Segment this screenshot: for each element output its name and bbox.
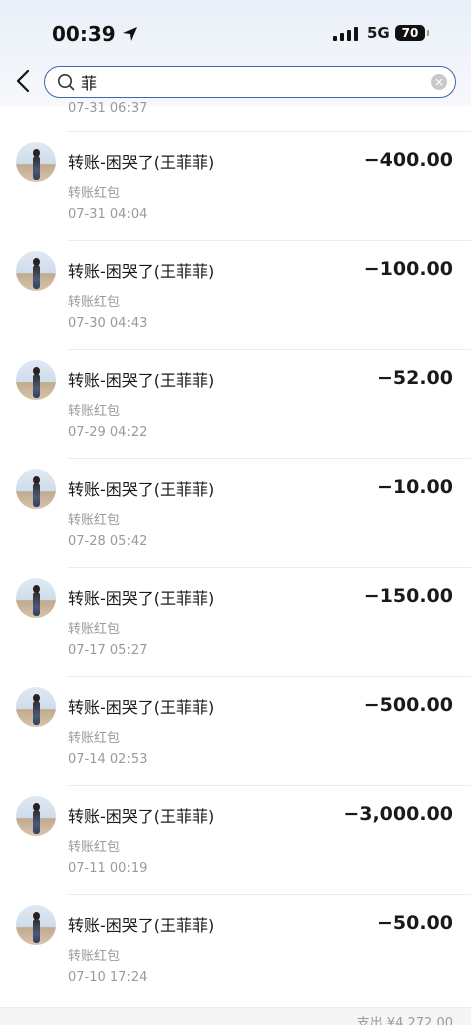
avatar-figure-body <box>33 919 40 943</box>
footer-summary-bar: 支出 ¥4,272.00 <box>0 1007 471 1025</box>
transaction-amount: −50.00 <box>376 912 453 934</box>
row-divider <box>68 567 471 568</box>
row-divider <box>68 240 471 241</box>
avatar-figure-body <box>33 592 40 616</box>
row-divider <box>68 894 471 895</box>
transaction-time: 07-17 05:27 <box>68 643 148 658</box>
transaction-amount: −400.00 <box>363 149 453 171</box>
avatar-figure-body <box>33 701 40 725</box>
transaction-type: 转账红包 <box>68 949 121 964</box>
avatar-figure-body <box>33 265 40 289</box>
status-bar: 00:39 5G 70 <box>0 0 471 60</box>
transaction-title: 转账-困哭了(王菲菲) <box>68 916 215 935</box>
network-type: 5G <box>367 24 390 42</box>
transaction-title: 转账-困哭了(王菲菲) <box>68 371 215 390</box>
avatar <box>16 251 56 291</box>
transaction-list: 转账-困哭了(王菲菲) 转账红包 07-31 04:04 −400.00 转账-困哭了(… <box>0 131 471 1003</box>
transaction-row[interactable]: 转账-困哭了(王菲菲) 转账红包 07-11 00:19 −3,000.00 <box>0 785 471 894</box>
search-box[interactable]: × <box>44 66 456 98</box>
row-divider <box>68 458 471 459</box>
transaction-type: 转账红包 <box>68 295 121 310</box>
transaction-title: 转账-困哭了(王菲菲) <box>68 807 215 826</box>
avatar-figure-body <box>33 810 40 834</box>
transaction-title: 转账-困哭了(王菲菲) <box>68 480 215 499</box>
transaction-amount: −52.00 <box>376 367 453 389</box>
avatar <box>16 578 56 618</box>
row-divider <box>68 349 471 350</box>
avatar <box>16 469 56 509</box>
transaction-time: 07-30 04:43 <box>68 316 148 331</box>
back-button[interactable] <box>12 66 36 96</box>
spending-summary: 支出 ¥4,272.00 <box>356 1016 453 1025</box>
transaction-title: 转账-困哭了(王菲菲) <box>68 262 215 281</box>
battery-level: 70 <box>401 26 419 40</box>
transaction-time: 07-14 02:53 <box>68 752 148 767</box>
row-divider <box>68 131 471 132</box>
transaction-row[interactable]: 转账-困哭了(王菲菲) 转账红包 07-28 05:42 −10.00 <box>0 458 471 567</box>
transaction-type: 转账红包 <box>68 840 121 855</box>
transaction-time: 07-29 04:22 <box>68 425 148 440</box>
transaction-row[interactable]: 转账-困哭了(王菲菲) 转账红包 07-10 17:24 −50.00 <box>0 894 471 1003</box>
transaction-type: 转账红包 <box>68 731 121 746</box>
transaction-amount: −500.00 <box>363 694 453 716</box>
transaction-type: 转账红包 <box>68 622 121 637</box>
search-input[interactable] <box>81 70 421 94</box>
chevron-left-icon <box>16 69 30 93</box>
row-divider <box>68 676 471 677</box>
transaction-row[interactable]: 转账-困哭了(王菲菲) 转账红包 07-30 04:43 −100.00 <box>0 240 471 349</box>
avatar-figure-body <box>33 483 40 507</box>
transaction-title: 转账-困哭了(王菲菲) <box>68 589 215 608</box>
transaction-amount: −150.00 <box>363 585 453 607</box>
status-time: 00:39 <box>52 22 138 46</box>
row-divider <box>68 785 471 786</box>
clock-text: 00:39 <box>52 22 116 46</box>
transaction-time: 07-11 00:19 <box>68 861 148 876</box>
previous-item-time: 07-31 06:37 <box>68 101 148 112</box>
avatar <box>16 360 56 400</box>
transaction-type: 转账红包 <box>68 513 121 528</box>
location-arrow-icon <box>122 27 137 41</box>
transaction-row[interactable]: 转账-困哭了(王菲菲) 转账红包 07-14 02:53 −500.00 <box>0 676 471 785</box>
transaction-title: 转账-困哭了(王菲菲) <box>68 698 215 717</box>
transaction-amount: −10.00 <box>376 476 453 498</box>
transaction-type: 转账红包 <box>68 186 121 201</box>
transaction-amount: −100.00 <box>363 258 453 280</box>
avatar-figure-body <box>33 156 40 180</box>
signal-bars-icon <box>333 27 358 41</box>
avatar <box>16 142 56 182</box>
search-icon <box>58 74 75 91</box>
transaction-amount: −3,000.00 <box>343 803 453 825</box>
avatar <box>16 905 56 945</box>
transaction-row[interactable]: 转账-困哭了(王菲菲) 转账红包 07-29 04:22 −52.00 <box>0 349 471 458</box>
transaction-row[interactable]: 转账-困哭了(王菲菲) 转账红包 07-31 04:04 −400.00 <box>0 131 471 240</box>
battery-icon: 70 <box>395 25 429 41</box>
avatar <box>16 796 56 836</box>
transaction-time: 07-31 04:04 <box>68 207 148 222</box>
transaction-type: 转账红包 <box>68 404 121 419</box>
clear-search-icon[interactable]: × <box>431 74 447 90</box>
avatar <box>16 687 56 727</box>
transaction-time: 07-10 17:24 <box>68 970 148 985</box>
transaction-row[interactable]: 转账-困哭了(王菲菲) 转账红包 07-17 05:27 −150.00 <box>0 567 471 676</box>
avatar-figure-body <box>33 374 40 398</box>
transaction-title: 转账-困哭了(王菲菲) <box>68 153 215 172</box>
transaction-time: 07-28 05:42 <box>68 534 148 549</box>
